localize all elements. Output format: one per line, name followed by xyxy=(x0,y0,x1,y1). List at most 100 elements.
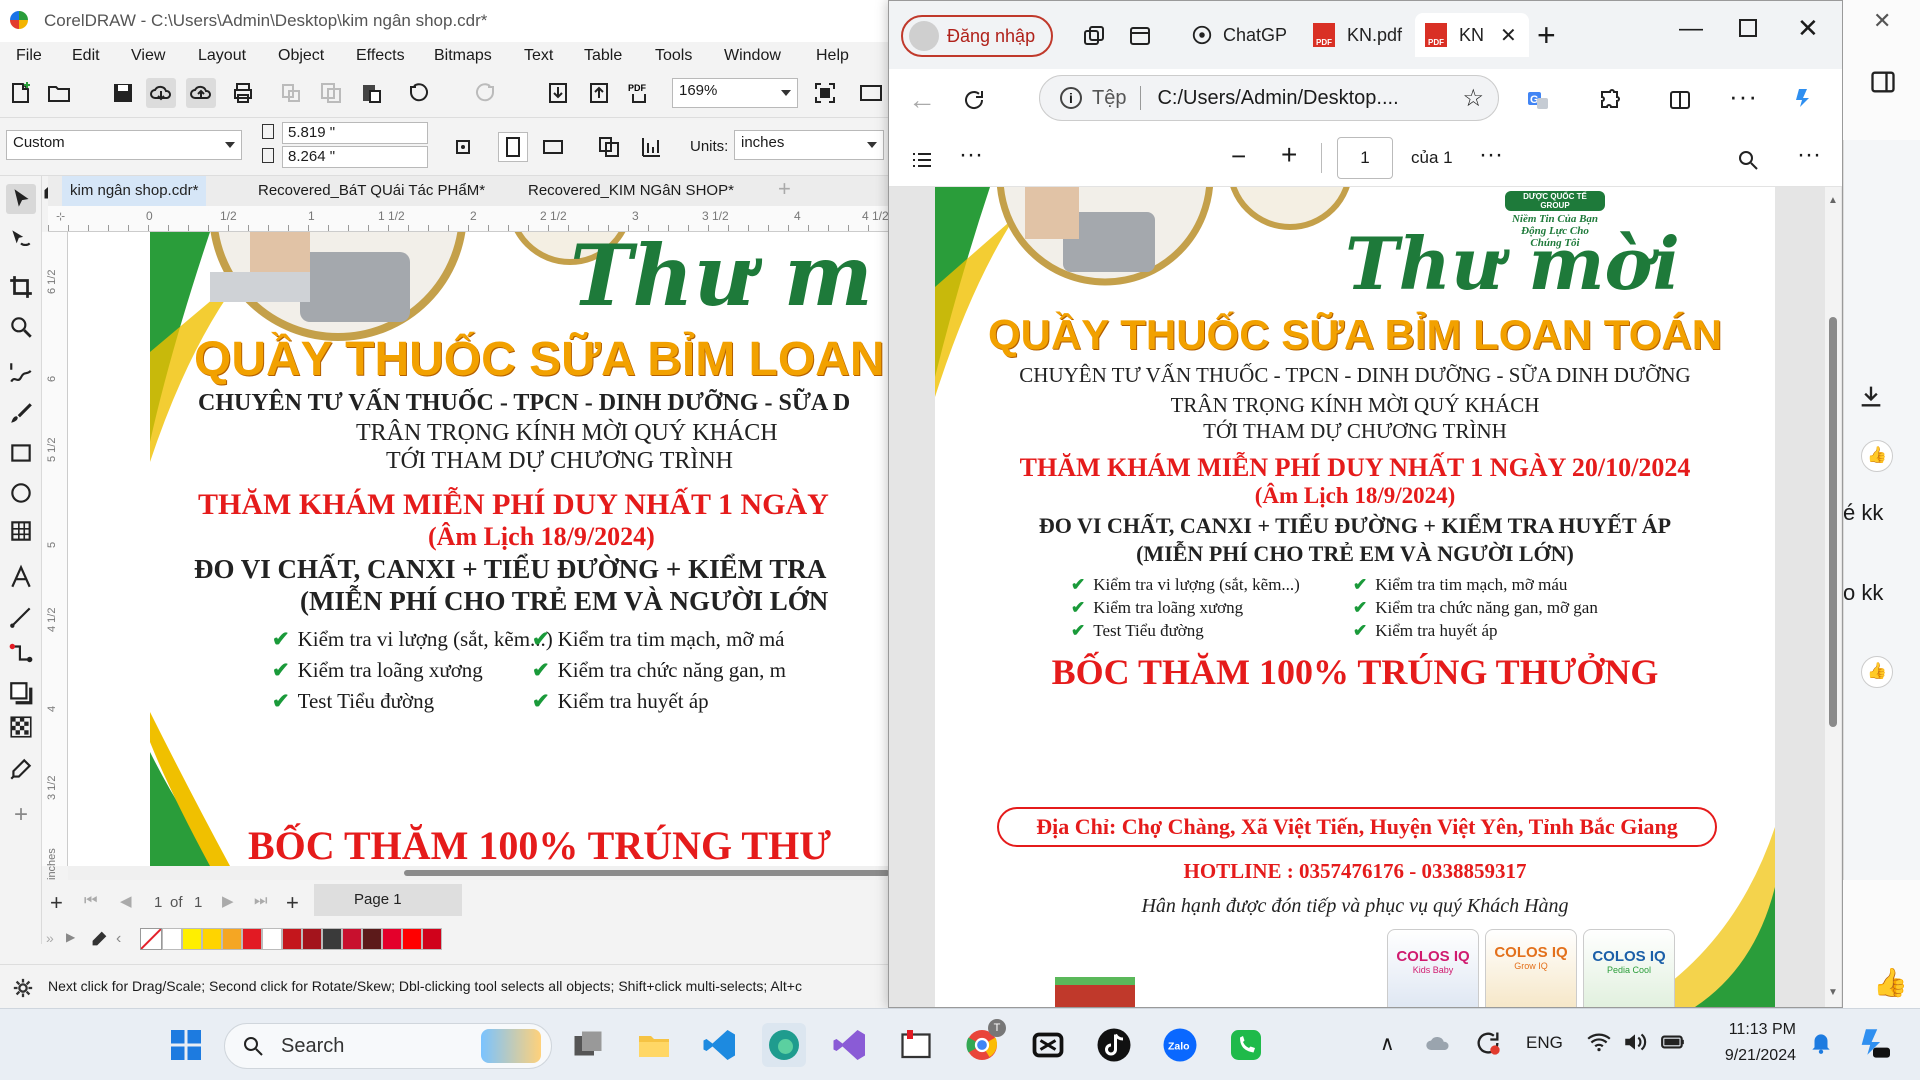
menu-file[interactable]: File xyxy=(16,47,42,65)
next-page-icon[interactable]: ▶ xyxy=(222,892,234,910)
sticky-app-icon[interactable] xyxy=(894,1023,938,1067)
export-icon[interactable] xyxy=(584,78,614,108)
document-tab-active[interactable]: kim ngân shop.cdr* xyxy=(62,176,207,206)
current-page-icon[interactable] xyxy=(636,132,666,162)
polygon-tool-icon[interactable] xyxy=(6,516,36,546)
menu-layout[interactable]: Layout xyxy=(198,47,246,65)
task-view-icon[interactable] xyxy=(566,1023,610,1067)
sidebar-toggle-icon[interactable] xyxy=(1869,68,1897,96)
full-screen-preview-icon[interactable] xyxy=(856,78,886,108)
page-number-input[interactable]: 1 xyxy=(1337,137,1393,179)
pdf-extra-more-icon[interactable]: ··· xyxy=(1479,141,1503,169)
tab-active[interactable]: PDF KN ✕ xyxy=(1415,13,1529,57)
workspaces-icon[interactable] xyxy=(1079,21,1109,51)
visual-studio-icon[interactable] xyxy=(828,1023,872,1067)
new-document-icon[interactable] xyxy=(6,78,36,108)
palette-arrow-icon[interactable]: ▶ xyxy=(66,930,75,944)
palette-scroll-left-icon[interactable]: ‹ xyxy=(116,930,121,948)
palette-swatch[interactable] xyxy=(202,928,222,950)
refresh-icon[interactable] xyxy=(959,85,989,115)
rectangle-tool-icon[interactable] xyxy=(6,438,36,468)
page-width-input[interactable]: 5.819 " xyxy=(282,122,428,144)
palette-swatch[interactable] xyxy=(222,928,242,950)
like-icon[interactable]: 👍 xyxy=(1861,440,1893,472)
cloud-upload-icon[interactable] xyxy=(186,78,216,108)
extensions-icon[interactable] xyxy=(1595,85,1625,115)
undo-icon[interactable] xyxy=(404,78,434,108)
import-icon[interactable] xyxy=(543,78,573,108)
sync-icon[interactable] xyxy=(1474,1029,1502,1057)
file-explorer-icon[interactable] xyxy=(632,1023,676,1067)
translate-icon[interactable]: G xyxy=(1523,85,1553,115)
tiktok-icon[interactable] xyxy=(1092,1023,1136,1067)
favorite-star-icon[interactable]: ☆ xyxy=(1462,84,1484,113)
palette-swatch[interactable] xyxy=(402,928,422,950)
crop-tool-icon[interactable] xyxy=(6,272,36,302)
phone-app-icon[interactable] xyxy=(1224,1023,1268,1067)
chrome-icon[interactable]: T xyxy=(960,1019,1006,1067)
redo-icon[interactable] xyxy=(470,78,500,108)
copilot-icon[interactable] xyxy=(1789,83,1819,113)
vscode-icon[interactable] xyxy=(698,1023,742,1067)
drawing-canvas[interactable]: Thư m QUẦY THUỐC SỮA BỈM LOAN CHUYÊN TƯ … xyxy=(68,232,890,866)
volume-icon[interactable] xyxy=(1622,1029,1648,1055)
thumbs-up-icon[interactable]: 👍 xyxy=(1873,966,1908,999)
scroll-down-icon[interactable]: ▼ xyxy=(1828,987,1838,998)
menu-tools[interactable]: Tools xyxy=(655,47,692,65)
minimize-icon[interactable]: — xyxy=(1679,15,1703,43)
prev-page-icon[interactable]: ◀ xyxy=(120,892,132,910)
battery-icon[interactable] xyxy=(1660,1029,1686,1055)
document-tab[interactable]: Recovered_BáT QUái Tác PHẩM* xyxy=(258,182,485,199)
all-pages-icon[interactable] xyxy=(594,132,624,162)
copy-icon[interactable] xyxy=(316,78,346,108)
zalo-icon[interactable]: Zalo xyxy=(1158,1023,1202,1067)
eyedropper-tool-icon[interactable] xyxy=(6,754,36,784)
cloud-download-icon[interactable] xyxy=(146,78,176,108)
menu-effects[interactable]: Effects xyxy=(356,47,405,65)
add-page-after-icon[interactable]: + xyxy=(286,890,299,916)
drop-shadow-tool-icon[interactable] xyxy=(6,678,36,708)
portrait-icon[interactable] xyxy=(498,132,528,162)
palette-swatch[interactable] xyxy=(342,928,362,950)
freehand-tool-icon[interactable] xyxy=(6,358,36,388)
palette-swatch[interactable] xyxy=(302,928,322,950)
menu-window[interactable]: Window xyxy=(724,47,781,65)
tab-chatgpt[interactable]: ChatGP xyxy=(1191,13,1287,57)
scrollbar-thumb[interactable] xyxy=(404,870,890,876)
palette-swatch[interactable] xyxy=(282,928,302,950)
pdf-scrollbar-thumb[interactable] xyxy=(1829,317,1837,727)
like-icon[interactable]: 👍 xyxy=(1861,656,1893,688)
artistic-media-tool-icon[interactable] xyxy=(6,398,36,428)
ellipse-tool-icon[interactable] xyxy=(6,478,36,508)
new-tab-icon[interactable]: + xyxy=(778,176,791,202)
show-hidden-icons-icon[interactable]: ∧ xyxy=(1380,1031,1395,1056)
document-tab[interactable]: Recovered_KIM NGâN SHOP* xyxy=(528,182,734,199)
palette-swatch-none[interactable] xyxy=(140,928,162,950)
pdf-more-icon[interactable]: ··· xyxy=(959,141,983,169)
last-page-icon[interactable]: ⏭ xyxy=(254,892,268,909)
save-icon[interactable] xyxy=(108,78,138,108)
clock-time[interactable]: 11:13 PM xyxy=(1716,1021,1796,1039)
zoom-in-icon[interactable]: + xyxy=(1281,139,1297,171)
landscape-icon[interactable] xyxy=(538,132,568,162)
tab-actions-icon[interactable] xyxy=(1125,21,1155,51)
scroll-up-icon[interactable]: ▲ xyxy=(1828,195,1838,206)
text-tool-icon[interactable] xyxy=(6,562,36,592)
open-folder-icon[interactable] xyxy=(44,78,74,108)
menu-text[interactable]: Text xyxy=(524,47,553,65)
download-icon[interactable] xyxy=(1857,382,1885,410)
print-icon[interactable] xyxy=(228,78,258,108)
palette-expand-icon[interactable]: » xyxy=(46,930,54,946)
connector-tool-icon[interactable] xyxy=(6,638,36,668)
page-size-dropdown[interactable]: Custom xyxy=(6,130,242,160)
pdf-viewer[interactable]: DƯỢC QUỐC TẾ GROUP Niềm Tin Của Bạn Động… xyxy=(889,187,1842,1007)
add-tool-icon[interactable]: + xyxy=(6,800,36,830)
transparency-tool-icon[interactable] xyxy=(6,712,36,742)
palette-swatch[interactable] xyxy=(162,928,182,950)
split-screen-icon[interactable] xyxy=(1665,85,1695,115)
dimension-tool-icon[interactable] xyxy=(6,602,36,632)
horizontal-scrollbar[interactable] xyxy=(68,866,890,880)
menu-view[interactable]: View xyxy=(131,47,165,65)
zoom-level-dropdown[interactable]: 169% xyxy=(672,78,798,108)
first-page-icon[interactable]: ⏮ xyxy=(84,892,98,909)
